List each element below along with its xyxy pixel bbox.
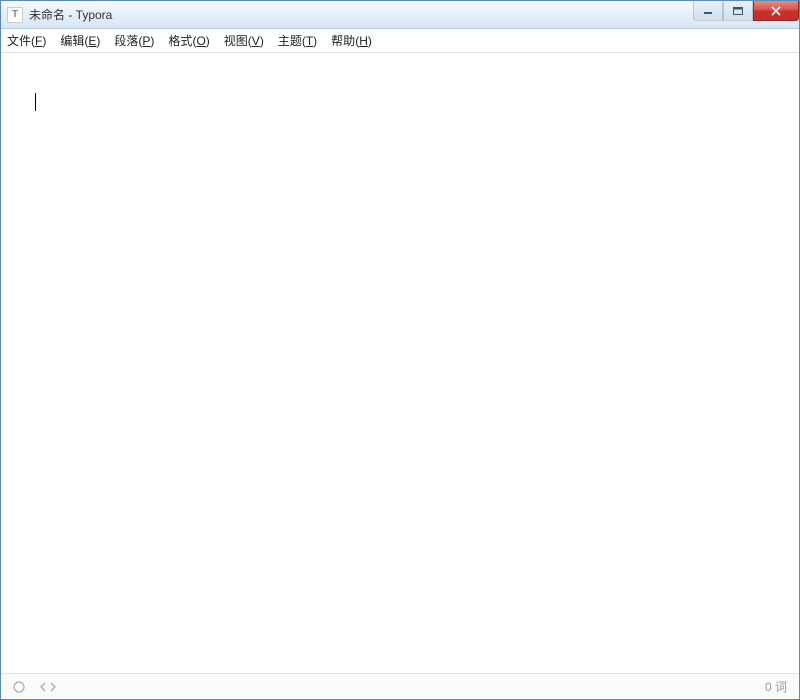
editor-area[interactable]: [1, 53, 799, 673]
menu-edit[interactable]: 编辑(E): [60, 32, 100, 49]
statusbar: 0 词: [1, 673, 799, 699]
menu-paragraph[interactable]: 段落(P): [114, 32, 154, 49]
window-title: 未命名 - Typora: [29, 6, 112, 23]
app-window: T 未命名 - Typora 文件(F) 编辑(E) 段落(P) 格式(O) 视…: [0, 0, 800, 700]
code-icon: [39, 681, 57, 693]
menu-theme[interactable]: 主题(T): [278, 32, 317, 49]
source-code-toggle-button[interactable]: [39, 681, 57, 693]
titlebar[interactable]: T 未命名 - Typora: [1, 1, 799, 29]
menu-format[interactable]: 格式(O): [168, 32, 209, 49]
maximize-icon: [733, 7, 743, 15]
minimize-icon: [703, 7, 713, 15]
minimize-button[interactable]: [693, 1, 723, 21]
word-count[interactable]: 0 词: [765, 678, 787, 695]
outline-toggle-button[interactable]: [13, 681, 25, 693]
app-icon: T: [7, 7, 23, 23]
menu-help[interactable]: 帮助(H): [331, 32, 372, 49]
window-controls: [693, 1, 799, 21]
close-icon: [770, 6, 782, 16]
close-button[interactable]: [753, 1, 799, 21]
menubar: 文件(F) 编辑(E) 段落(P) 格式(O) 视图(V) 主题(T) 帮助(H…: [1, 29, 799, 53]
maximize-button[interactable]: [723, 1, 753, 21]
circle-icon: [13, 681, 25, 693]
menu-view[interactable]: 视图(V): [224, 32, 264, 49]
menu-file[interactable]: 文件(F): [7, 32, 46, 49]
text-cursor: [35, 93, 36, 111]
